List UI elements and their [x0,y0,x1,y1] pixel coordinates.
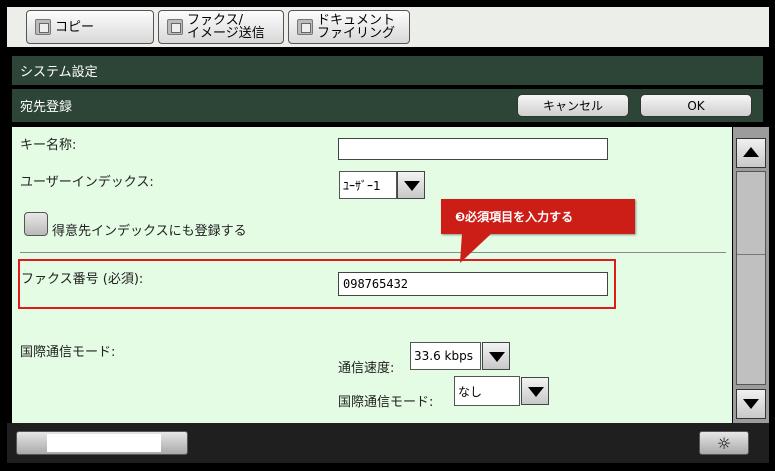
job-status-button[interactable] [16,431,188,455]
intl-comm-mode-label: 国際通信モード: [338,395,434,410]
fax-icon [167,19,183,35]
system-settings-bar: システム設定 [12,56,763,85]
favorite-index-checkbox[interactable] [24,212,48,236]
brightness-button[interactable]: ☼ [699,431,749,455]
triangle-up-icon[interactable] [736,138,766,168]
section-divider [20,252,726,253]
key-name-label: キー名称: [20,138,77,153]
tab-fax-image-send[interactable]: ファクス/ イメージ送信 [158,10,284,44]
document-filing-icon [297,19,313,35]
fax-number-field[interactable]: 098765432 [338,272,608,296]
copy-icon [35,19,51,35]
bottom-status-bar: ☼ [7,423,769,463]
tab-document-filing[interactable]: ドキュメント ファイリング [288,10,410,44]
mode-tab-bar: コピー ファクス/ イメージ送信 ドキュメント ファイリング [7,7,769,47]
speed-select[interactable]: 33.6 kbps [410,342,481,370]
tab-fax-label: ファクス/ イメージ送信 [187,13,265,41]
scrollbar-thumb[interactable] [736,171,766,385]
user-index-select[interactable]: ﾕｰｻﾞｰ1 [339,171,397,199]
intl-mode-label: 国際通信モード: [20,345,116,360]
ok-button[interactable]: OK [640,94,752,117]
user-index-dropdown-button[interactable] [397,171,425,199]
cancel-button[interactable]: キャンセル [517,94,629,117]
brightness-icon: ☼ [716,433,732,453]
vertical-scrollbar[interactable] [733,127,769,423]
tab-copy[interactable]: コピー [26,10,154,44]
intl-comm-mode-select[interactable]: なし [454,376,520,406]
page-title: システム設定 [20,65,98,80]
instruction-callout: ❸必須項目を入力する [441,199,635,234]
section-title: 宛先登録 [20,100,73,115]
fax-number-label: ファクス番号 (必須): [21,272,144,287]
intl-comm-mode-dropdown-button[interactable] [521,377,549,405]
speed-dropdown-button[interactable] [482,342,510,370]
triangle-down-icon[interactable] [736,389,766,419]
tab-document-filing-label: ドキュメント ファイリング [317,13,396,41]
tab-copy-label: コピー [55,19,95,35]
screen-frame: コピー ファクス/ イメージ送信 ドキュメント ファイリング システム設定 宛先… [0,0,775,471]
favorite-index-label: 得意先インデックスにも登録する [52,224,247,239]
speed-label: 通信速度: [338,361,395,376]
key-name-field[interactable] [338,138,608,160]
job-status-display [47,434,161,452]
address-registration-bar: 宛先登録 キャンセル OK [12,89,763,122]
form-content: キー名称: ユーザーインデックス: ﾕｰｻﾞｰ1 得意先インデックスにも登録する… [12,127,732,423]
user-index-label: ユーザーインデックス: [20,175,154,190]
